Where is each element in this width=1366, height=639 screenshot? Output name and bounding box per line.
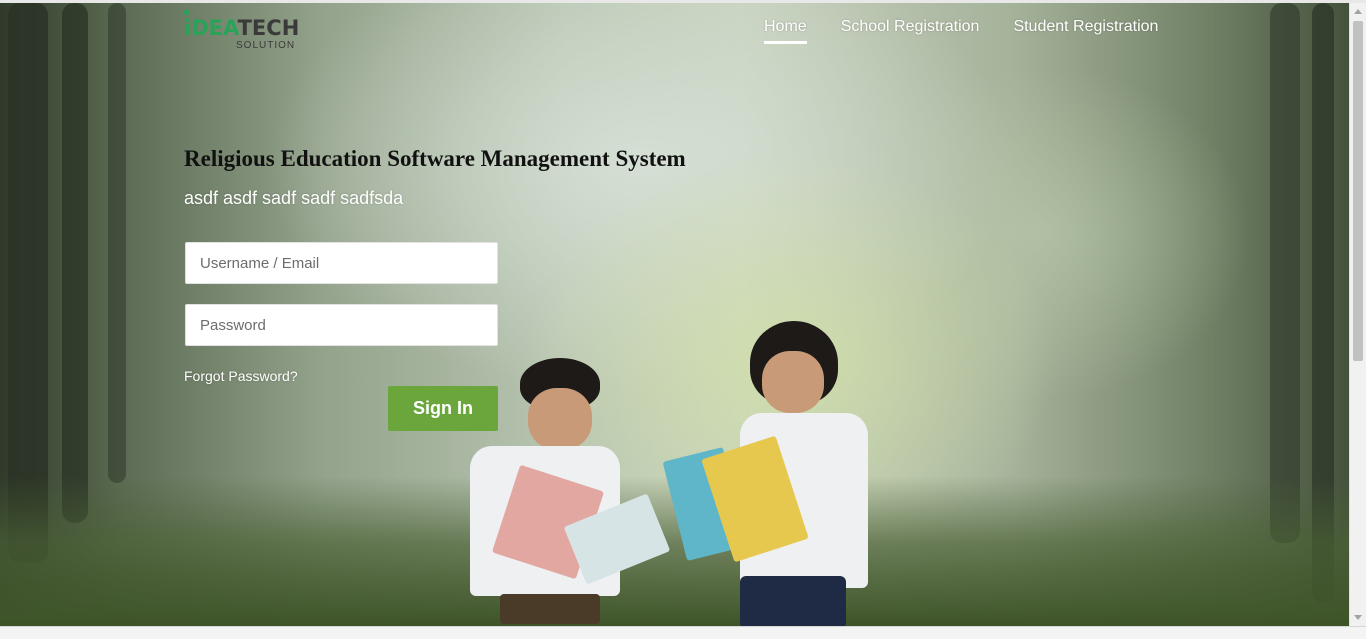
- page-title: Religious Education Software Management …: [184, 146, 686, 171]
- password-input[interactable]: [185, 304, 498, 346]
- nav-item-student-registration[interactable]: Student Registration: [1013, 18, 1158, 44]
- main-navigation: Home School Registration Student Registr…: [764, 18, 1158, 44]
- page-subtitle: asdf asdf sadf sadf sadfsda: [184, 188, 404, 208]
- brand-logo[interactable]: iDEATECH SOLUTION: [182, 8, 306, 51]
- scroll-down-icon[interactable]: [1354, 615, 1362, 620]
- vertical-scrollbar[interactable]: [1349, 3, 1366, 626]
- username-email-input[interactable]: [185, 242, 498, 284]
- girl-figure: [662, 321, 890, 626]
- horizontal-scrollbar-track: [0, 626, 1366, 639]
- forgot-password-link[interactable]: Forgot Password?: [184, 368, 298, 384]
- scroll-up-icon[interactable]: [1354, 9, 1362, 14]
- logo-spark-icon: [182, 8, 191, 17]
- logo-wordmark: iDEATECH: [184, 16, 299, 40]
- nav-item-school-registration[interactable]: School Registration: [841, 18, 980, 44]
- logo-subtext: SOLUTION: [236, 40, 296, 51]
- scrollbar-thumb[interactable]: [1353, 21, 1363, 361]
- nav-item-home[interactable]: Home: [764, 18, 807, 44]
- logo-word-tech: TECH: [237, 16, 300, 40]
- sign-in-button[interactable]: Sign In: [388, 386, 498, 431]
- tree-trunk: [108, 3, 126, 483]
- tree-trunk: [62, 3, 88, 523]
- tree-trunk: [1270, 3, 1300, 543]
- logo-word-idea: iDEA: [184, 16, 238, 40]
